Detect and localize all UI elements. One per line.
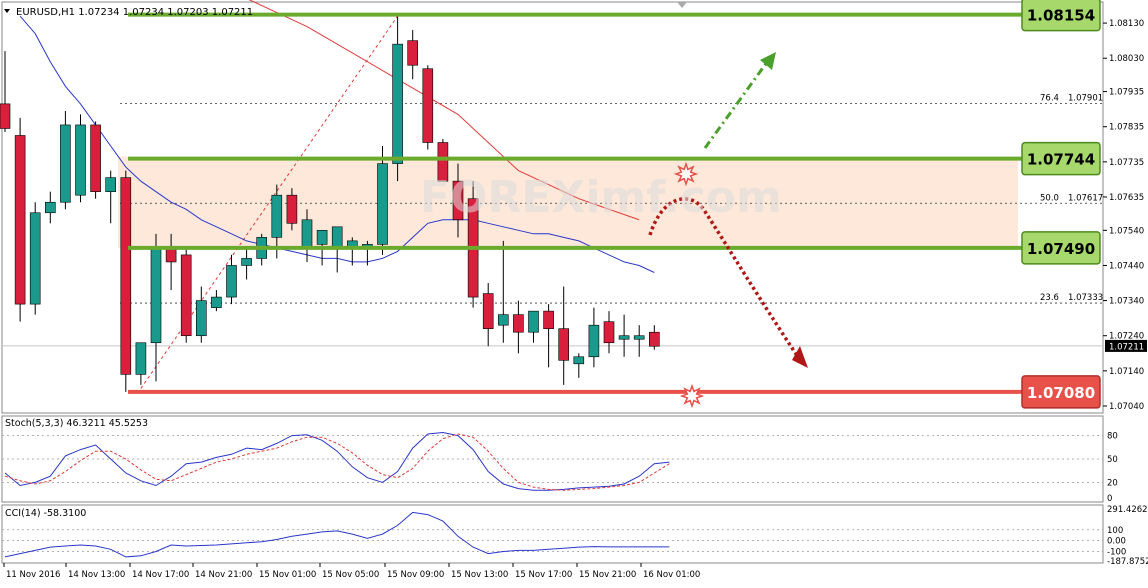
y-tick-label: 1.07935 — [1109, 88, 1144, 98]
candle-body — [286, 194, 298, 224]
candle-body — [226, 265, 237, 298]
fib-label: 76.4 — [1040, 94, 1059, 104]
y-tick-label: 1.08030 — [1109, 54, 1144, 64]
stoch-header: Stoch(5,3,3) 46.3211 45.5253 — [5, 418, 148, 429]
candle-body — [618, 335, 630, 340]
y-tick-label: 1.07140 — [1109, 367, 1144, 377]
candle-body — [422, 68, 434, 143]
candle-body — [0, 103, 11, 129]
fib-price-label: 1.07901 — [1068, 94, 1103, 104]
cci-tick-label: 0.00 — [1107, 537, 1126, 547]
y-tick-label: 1.07835 — [1109, 123, 1144, 133]
stoch-tick-label: 0 — [1107, 494, 1112, 504]
price-level-label: 1.07744 — [1027, 151, 1095, 169]
candle-body — [377, 163, 388, 245]
fib-label: 23.6 — [1040, 293, 1059, 303]
cci-header: CCI(14) -58.3100 — [5, 508, 86, 519]
candle-body — [558, 328, 570, 361]
x-tick-label: 15 Nov 21:00 — [579, 570, 636, 580]
candle-body — [482, 293, 494, 329]
y-tick-label: 1.07440 — [1109, 261, 1144, 271]
x-tick-label: 15 Nov 09:00 — [387, 570, 444, 580]
x-tick-label: 15 Nov 17:00 — [515, 570, 572, 580]
candle-body — [120, 177, 132, 375]
cci-tick-label: -187.8752 — [1107, 557, 1148, 567]
candle-body — [241, 258, 252, 266]
candle-body — [573, 356, 585, 365]
x-tick-label: 14 Nov 17:00 — [132, 570, 189, 580]
candle-body — [331, 226, 343, 249]
fib-price-label: 1.07617 — [1068, 193, 1103, 203]
cci-tick-label: -100 — [1107, 547, 1126, 557]
stoch-tick-label: 20 — [1107, 478, 1118, 488]
candle-body — [392, 43, 403, 164]
candle-body — [135, 342, 147, 375]
price-level-label: 1.07490 — [1027, 240, 1095, 258]
price-level-label: 1.08154 — [1027, 7, 1095, 25]
candle-body — [648, 331, 660, 347]
y-tick-label: 1.08130 — [1109, 19, 1144, 29]
candle-body — [271, 194, 283, 238]
candle-body — [528, 310, 539, 333]
background — [0, 0, 1148, 588]
candle-body — [513, 314, 524, 333]
candle-body — [105, 177, 116, 192]
candle-body — [301, 219, 313, 249]
candle-body — [75, 124, 86, 196]
candle-body — [29, 212, 41, 305]
candle-body — [60, 124, 71, 203]
stoch-tick-label: 50 — [1107, 455, 1118, 465]
candle-body — [150, 247, 162, 344]
candle-body — [588, 324, 600, 358]
fib-label: 50.0 — [1040, 193, 1059, 203]
cci-tick-label: 100 — [1107, 526, 1123, 536]
candle-body — [180, 254, 192, 337]
y-tick-label: 1.07735 — [1109, 158, 1144, 168]
y-tick-label: 1.07635 — [1109, 193, 1144, 203]
y-tick-label: 1.07040 — [1109, 402, 1144, 412]
candle-body — [543, 310, 554, 329]
candle-body — [14, 135, 26, 305]
watermark: FOREXimf.com — [420, 172, 782, 223]
candle-body — [603, 321, 615, 344]
x-tick-label: 11 Nov 2016 — [6, 570, 60, 580]
stoch-tick-label: 80 — [1107, 432, 1118, 442]
y-tick-label: 1.07540 — [1109, 226, 1144, 236]
candle-body — [44, 201, 56, 214]
candle-body — [407, 40, 419, 66]
x-tick-label: 15 Nov 13:00 — [451, 570, 508, 580]
candle-body — [90, 124, 101, 192]
cci-tick-label: 291.4262 — [1107, 505, 1148, 515]
candle-body — [211, 296, 222, 308]
x-tick-label: 15 Nov 05:00 — [322, 570, 379, 580]
current-price-label: 1.07211 — [1109, 342, 1144, 352]
x-tick-label: 16 Nov 01:00 — [643, 570, 700, 580]
candle-body — [196, 300, 207, 337]
price-level-label: 1.07080 — [1027, 384, 1095, 402]
x-tick-label: 14 Nov 21:00 — [195, 570, 252, 580]
x-tick-label: 15 Nov 01:00 — [259, 570, 316, 580]
target-burst-icon — [679, 383, 705, 409]
y-tick-label: 1.07340 — [1109, 297, 1144, 307]
x-tick-label: 14 Nov 13:00 — [68, 570, 125, 580]
chart-canvas: 76.4 1.07901 50.0 1.07617 23.6 1.07333 1.08154… — [0, 0, 1148, 588]
candle-body — [497, 314, 509, 326]
symbol-header: EURUSD,H1 1.07234 1.07234 1.07203 1.0721… — [16, 7, 253, 18]
candle-body — [633, 335, 645, 340]
candle-body — [165, 247, 177, 263]
fib-price-label: 1.07333 — [1068, 293, 1103, 303]
candle-body — [316, 230, 328, 245]
